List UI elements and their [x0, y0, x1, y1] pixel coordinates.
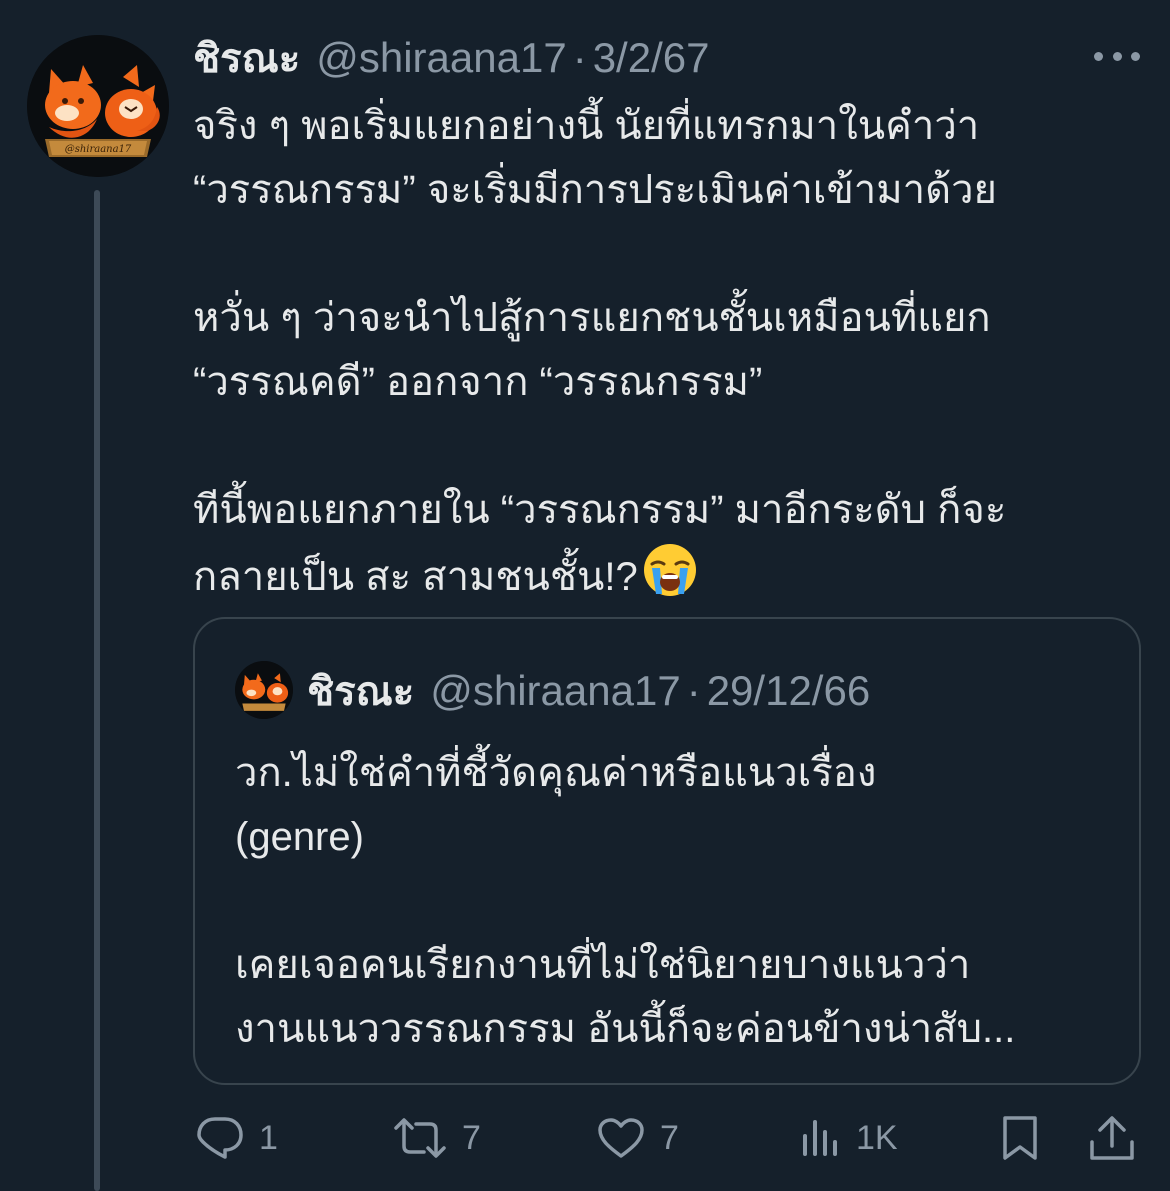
thread-line — [94, 190, 100, 1191]
like-button[interactable]: 7 — [596, 1110, 679, 1166]
tweet-date[interactable]: 3/2/67 — [593, 34, 710, 82]
loudly-crying-face-icon — [642, 542, 698, 617]
author-name[interactable]: ชิรณะ — [193, 26, 300, 90]
like-count: 7 — [660, 1118, 679, 1157]
views-count: 1K — [856, 1118, 898, 1157]
avatar-banner-text: @shiraana17 — [65, 144, 132, 155]
quoted-tweet-date[interactable]: 29/12/66 — [707, 667, 871, 715]
more-options-icon[interactable] — [1094, 46, 1140, 66]
quoted-tweet-header: ชิรณะ @shiraana17 · 29/12/66 — [307, 663, 870, 719]
quoted-header-separator: · — [686, 667, 701, 714]
tweet-paragraph: จริง ๆ พอเริ่มแยกอย่างนี้ นัยที่แทรกมาใน… — [193, 104, 997, 212]
tweet-action-bar: 1 7 7 1K — [0, 1110, 1170, 1166]
fox-avatar-image: @shiraana17 — [27, 35, 169, 177]
retweet-icon — [394, 1118, 446, 1158]
quoted-author-name[interactable]: ชิรณะ — [307, 659, 414, 723]
quoted-author-handle[interactable]: @shiraana17 — [430, 667, 680, 715]
tweet-paragraph-last: ทีนี้พอแยกภายใน “วรรณกรรม” มาอีกระดับ ก็… — [193, 478, 1143, 617]
reply-icon — [197, 1117, 243, 1159]
quoted-paragraph: วก.ไม่ใช่คำที่ชี้วัดคุณค่าหรือแนวเรื่อง … — [235, 751, 877, 859]
quoted-tweet-card[interactable]: ชิรณะ @shiraana17 · 29/12/66 วก.ไม่ใช่คำ… — [193, 617, 1141, 1085]
tweet-header: ชิรณะ @shiraana17 · 3/2/67 — [193, 30, 709, 86]
like-icon — [598, 1118, 644, 1158]
tweet-paragraph-text: ทีนี้พอแยกภายใน “วรรณกรรม” มาอีกระดับ ก็… — [193, 488, 1007, 599]
views-icon — [803, 1120, 837, 1156]
share-icon — [1090, 1116, 1134, 1160]
share-button[interactable] — [1088, 1110, 1136, 1166]
header-separator: · — [572, 34, 587, 81]
author-handle[interactable]: @shiraana17 — [316, 34, 566, 82]
tweet-text: จริง ๆ พอเริ่มแยกอย่างนี้ นัยที่แทรกมาใน… — [193, 94, 1143, 617]
reply-count: 1 — [259, 1118, 278, 1157]
views-button[interactable]: 1K — [800, 1110, 898, 1166]
reply-button[interactable]: 1 — [195, 1110, 278, 1166]
quoted-author-avatar[interactable] — [235, 661, 293, 719]
fox-avatar-image — [235, 661, 293, 719]
quoted-tweet-text: วก.ไม่ใช่คำที่ชี้วัดคุณค่าหรือแนวเรื่อง … — [235, 741, 1115, 1061]
tweet-paragraph: หวั่น ๆ ว่าจะนำไปสู้การแยกชนชั้นเหมือนที… — [193, 296, 991, 404]
bookmark-icon — [1003, 1116, 1037, 1160]
author-avatar[interactable]: @shiraana17 — [27, 35, 169, 177]
bookmark-button[interactable] — [1000, 1110, 1040, 1166]
retweet-button[interactable]: 7 — [392, 1110, 481, 1166]
retweet-count: 7 — [462, 1118, 481, 1157]
quoted-paragraph: เคยเจอคนเรียกงานที่ไม่ใช่นิยายบางแนวว่า … — [235, 943, 1016, 1051]
